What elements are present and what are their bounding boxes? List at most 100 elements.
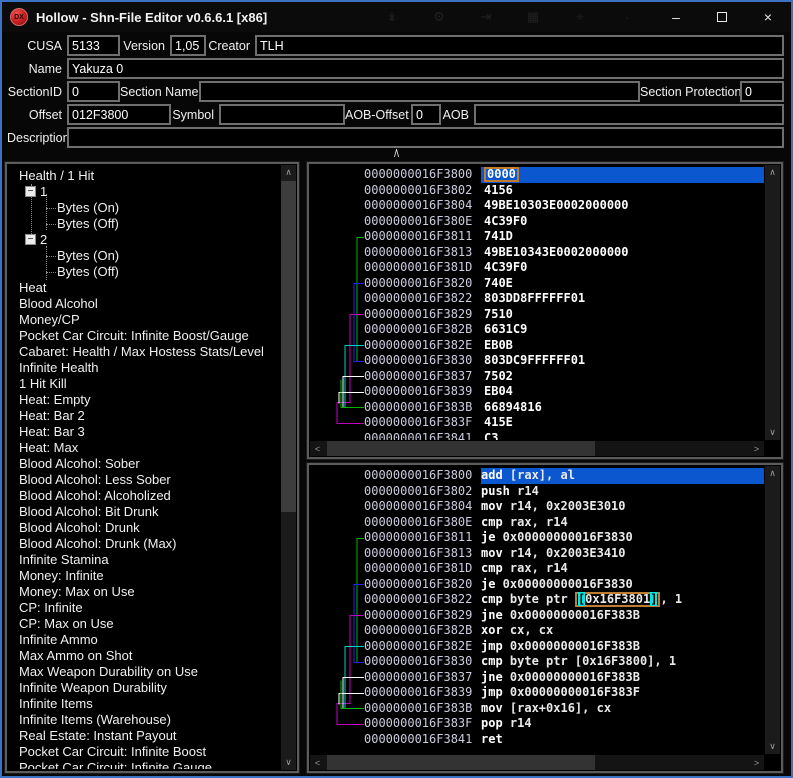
hex-row[interactable]: 0000000016F3811741D — [311, 229, 764, 245]
wrench-icon[interactable]: ⚙ — [432, 9, 446, 25]
hex-row[interactable]: 0000000016F382B6631C9 — [311, 322, 764, 338]
left-panel-scrollbar[interactable]: ∧ ∨ — [281, 165, 296, 770]
scroll-up-icon[interactable]: ∧ — [765, 466, 780, 481]
hex-row[interactable]: 0000000016F380449BE10303E0002000000 — [311, 198, 764, 214]
aob-field[interactable] — [474, 104, 784, 125]
list-item[interactable]: Infinite Items (Warehouse) — [9, 712, 280, 728]
list-item[interactable]: CP: Max on Use — [9, 616, 280, 632]
splitter-handle[interactable]: /\ — [385, 148, 407, 160]
hex-row[interactable]: 0000000016F38297510 — [311, 307, 764, 323]
version-field[interactable] — [170, 35, 206, 56]
disasm-row[interactable]: 0000000016F3822cmp byte ptr [0x16F3801],… — [311, 592, 764, 608]
hex-row[interactable]: 0000000016F383F415E — [311, 415, 764, 431]
collapse-all-icon[interactable]: ↡ — [385, 9, 399, 25]
disasm-row[interactable]: 0000000016F3813mov r14, 0x2003E3410 — [311, 546, 764, 562]
tree-node-1[interactable]: − 1 — [9, 184, 280, 200]
scroll-up-icon[interactable]: ∧ — [765, 165, 780, 180]
list-item[interactable]: Heat — [9, 280, 280, 296]
scroll-down-icon[interactable]: ∨ — [765, 425, 780, 440]
disasm-row[interactable]: 0000000016F3829jne 0x00000000016F383B — [311, 608, 764, 624]
list-item[interactable]: 1 Hit Kill — [9, 376, 280, 392]
import-icon[interactable]: ⇥ — [479, 9, 493, 25]
disasm-row[interactable]: 0000000016F3811je 0x00000000016F3830 — [311, 530, 764, 546]
disasm-row[interactable]: 0000000016F3841ret — [311, 732, 764, 748]
hex-row[interactable]: 0000000016F381349BE10343E0002000000 — [311, 245, 764, 261]
disasm-row[interactable]: 0000000016F3839jmp 0x00000000016F383F — [311, 685, 764, 701]
list-item[interactable]: Pocket Car Circuit: Infinite Gauge — [9, 760, 280, 769]
hex-row[interactable]: 0000000016F382EEB0B — [311, 338, 764, 354]
hex-row[interactable]: 0000000016F3820740E — [311, 276, 764, 292]
tree-leaf[interactable]: Bytes (Off) — [9, 216, 280, 232]
disasm-row[interactable]: 0000000016F3800add [rax], al — [311, 468, 764, 484]
scroll-right-icon[interactable]: > — [749, 755, 764, 770]
list-item[interactable]: Heat: Bar 2 — [9, 408, 280, 424]
disasm-row[interactable]: 0000000016F382Ejmp 0x00000000016F383B — [311, 639, 764, 655]
tree-leaf[interactable]: Bytes (Off) — [9, 264, 280, 280]
hex-hscrollbar[interactable]: < > — [310, 441, 764, 456]
sectionid-field[interactable] — [67, 81, 120, 102]
tree-node-2[interactable]: − 2 — [9, 232, 280, 248]
hex-row[interactable]: 0000000016F38000000 — [311, 167, 764, 183]
list-item[interactable]: Max Ammo on Shot — [9, 648, 280, 664]
disasm-vscrollbar[interactable]: ∧ ∨ — [765, 466, 780, 754]
collapse-icon[interactable]: − — [25, 186, 36, 197]
scroll-up-icon[interactable]: ∧ — [281, 165, 296, 180]
disasm-row[interactable]: 0000000016F382Bxor cx, cx — [311, 623, 764, 639]
disasm-row[interactable]: 0000000016F383Bmov [rax+0x16], cx — [311, 701, 764, 717]
list-item[interactable]: Blood Alcohol: Sober — [9, 456, 280, 472]
list-item[interactable]: Blood Alcohol: Less Sober — [9, 472, 280, 488]
disasm-row[interactable]: 0000000016F380Ecmp rax, r14 — [311, 515, 764, 531]
scroll-right-icon[interactable]: > — [749, 441, 764, 456]
list-item[interactable]: Pocket Car Circuit: Infinite Boost — [9, 744, 280, 760]
scrollbar-thumb[interactable] — [327, 441, 595, 456]
scroll-down-icon[interactable]: ∨ — [765, 739, 780, 754]
highlighted-address-operand[interactable]: [0x16F3801] — [575, 592, 661, 607]
sectionprotection-field[interactable] — [740, 81, 784, 102]
dot-icon[interactable]: · — [620, 10, 634, 25]
title-bar[interactable]: DX Hollow - Shn-File Editor v0.6.6.1 [x8… — [2, 2, 791, 32]
disasm-row[interactable]: 0000000016F3837jne 0x00000000016F383B — [311, 670, 764, 686]
description-field[interactable] — [67, 127, 784, 148]
list-item[interactable]: Infinite Stamina — [9, 552, 280, 568]
disasm-row[interactable]: 0000000016F3804mov r14, 0x2003E3010 — [311, 499, 764, 515]
close-button[interactable]: × — [745, 2, 791, 32]
hex-row[interactable]: 0000000016F380E4C39F0 — [311, 214, 764, 230]
scroll-left-icon[interactable]: < — [310, 755, 325, 770]
focused-bytes-cell[interactable]: 0000 — [484, 167, 519, 182]
list-item[interactable]: Heat: Max — [9, 440, 280, 456]
list-item[interactable]: Money: Infinite — [9, 568, 280, 584]
hex-vscrollbar[interactable]: ∧ ∨ — [765, 165, 780, 440]
hex-row[interactable]: 0000000016F3839EB04 — [311, 384, 764, 400]
hex-row[interactable]: 0000000016F3822803DD8FFFFFF01 — [311, 291, 764, 307]
scroll-down-icon[interactable]: ∨ — [281, 755, 296, 770]
minimize-button[interactable]: – — [653, 2, 699, 32]
list-item[interactable]: Infinite Health — [9, 360, 280, 376]
maximize-button[interactable] — [699, 2, 745, 32]
collapse-icon[interactable]: − — [25, 234, 36, 245]
list-item[interactable]: Cabaret: Health / Max Hostess Stats/Leve… — [9, 344, 280, 360]
list-item[interactable]: Max Weapon Durability on Use — [9, 664, 280, 680]
hex-row[interactable]: 0000000016F3841C3 — [311, 431, 764, 441]
list-item[interactable]: Infinite Items — [9, 696, 280, 712]
offset-field[interactable] — [67, 104, 171, 125]
tree-leaf[interactable]: Bytes (On) — [9, 248, 280, 264]
hex-row[interactable]: 0000000016F381D4C39F0 — [311, 260, 764, 276]
grid-icon[interactable]: ▦ — [526, 9, 540, 25]
tree-leaf[interactable]: Bytes (On) — [9, 200, 280, 216]
list-item[interactable]: CP: Infinite — [9, 600, 280, 616]
sectionname-field[interactable] — [199, 81, 640, 102]
list-item[interactable]: Pocket Car Circuit: Infinite Boost/Gauge — [9, 328, 280, 344]
list-item[interactable]: Heat: Bar 3 — [9, 424, 280, 440]
hex-row[interactable]: 0000000016F383B66894816 — [311, 400, 764, 416]
hex-row[interactable]: 0000000016F38377502 — [311, 369, 764, 385]
list-item[interactable]: Blood Alcohol: Bit Drunk — [9, 504, 280, 520]
list-item[interactable]: Blood Alcohol: Alcoholized — [9, 488, 280, 504]
hex-row[interactable]: 0000000016F38024156 — [311, 183, 764, 199]
pin-icon[interactable]: ⌖ — [573, 9, 587, 25]
scroll-left-icon[interactable]: < — [310, 441, 325, 456]
splitter[interactable]: /\ — [2, 150, 791, 162]
cusa-field[interactable] — [67, 35, 120, 56]
disasm-row[interactable]: 0000000016F3820je 0x00000000016F3830 — [311, 577, 764, 593]
disasm-row[interactable]: 0000000016F383Fpop r14 — [311, 716, 764, 732]
list-item[interactable]: Infinite Weapon Durability — [9, 680, 280, 696]
